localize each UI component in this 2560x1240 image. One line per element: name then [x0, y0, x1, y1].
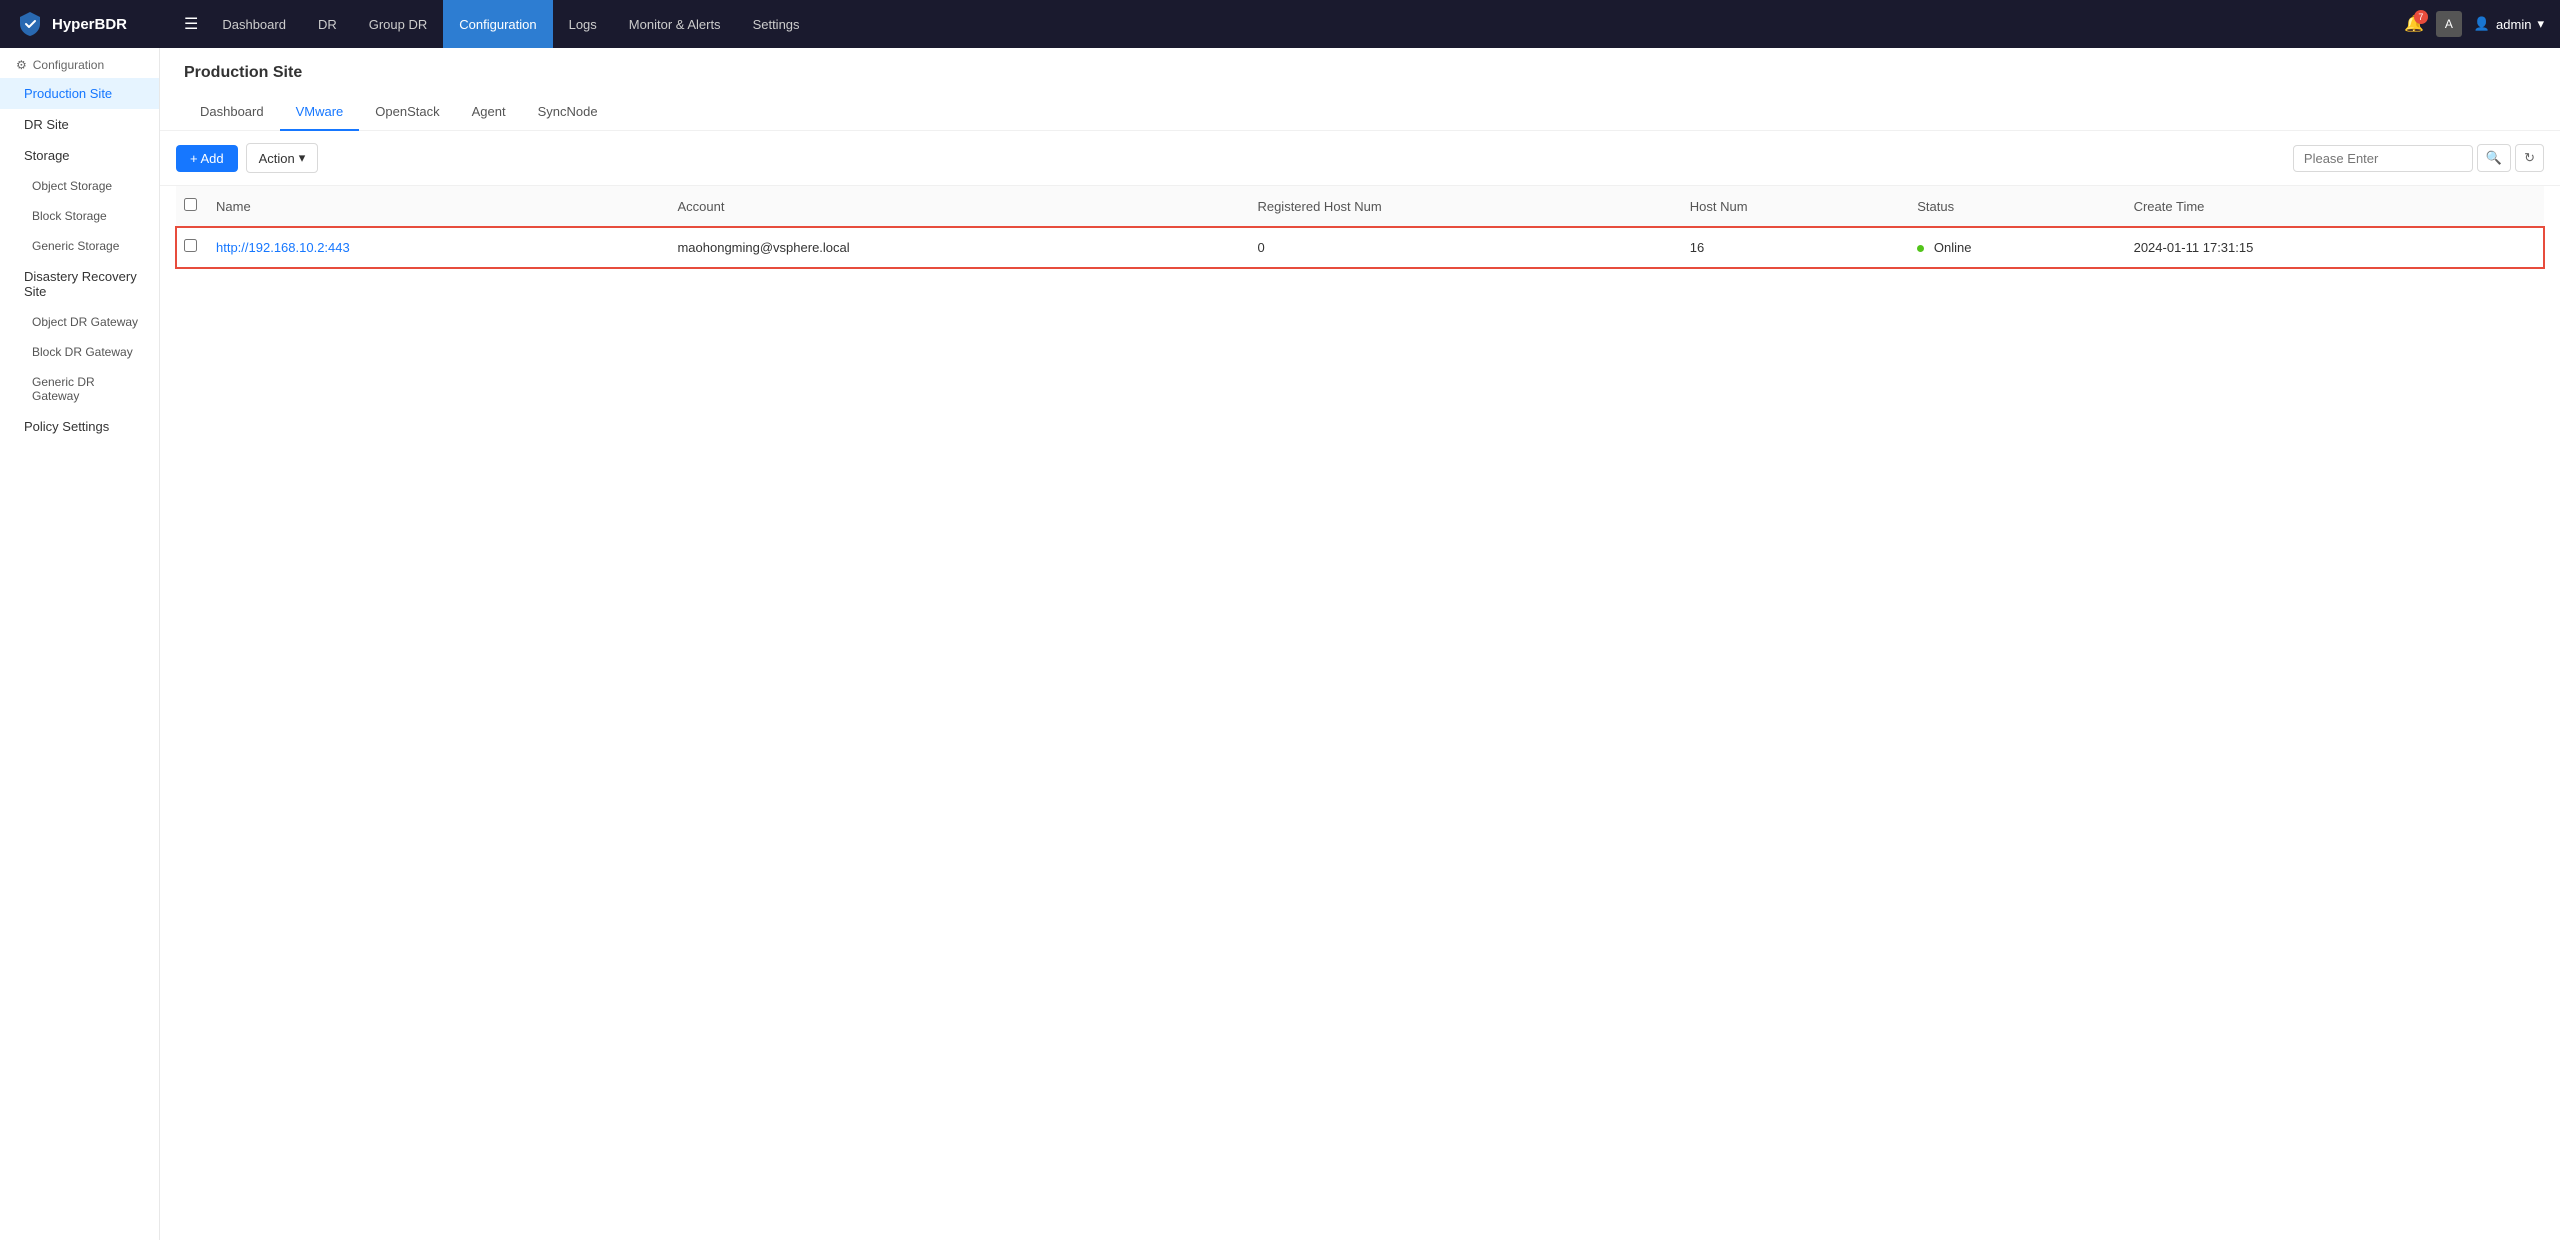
action-label: Action — [259, 151, 295, 166]
brand: HyperBDR — [16, 10, 156, 38]
sidebar: ⚙ Configuration Production Site DR Site … — [0, 48, 160, 1240]
table-row: http://192.168.10.2:443 maohongming@vsph… — [176, 227, 2544, 268]
row-status-cell: Online — [1909, 227, 2125, 268]
tab-syncnode[interactable]: SyncNode — [522, 94, 614, 131]
tab-agent[interactable]: Agent — [456, 94, 522, 131]
sidebar-item-production-site[interactable]: Production Site — [0, 78, 159, 109]
nav-item-settings[interactable]: Settings — [737, 0, 816, 48]
table-container: Name Account Registered Host Num Host Nu… — [160, 186, 2560, 268]
action-button[interactable]: Action ▾ — [246, 143, 319, 173]
sidebar-item-block-dr-gateway[interactable]: Block DR Gateway — [0, 337, 159, 367]
sidebar-item-disaster-recovery-site-group[interactable]: Disastery Recovery Site — [0, 261, 159, 307]
sidebar-item-generic-dr-gateway[interactable]: Generic DR Gateway — [0, 367, 159, 411]
chevron-down-icon: ▾ — [299, 150, 306, 166]
add-button[interactable]: + Add — [176, 145, 238, 172]
nav-item-dr[interactable]: DR — [302, 0, 353, 48]
sidebar-item-object-dr-gateway[interactable]: Object DR Gateway — [0, 307, 159, 337]
select-all-checkbox[interactable] — [184, 198, 197, 211]
header-status: Status — [1909, 186, 2125, 227]
sidebar-item-policy-settings[interactable]: Policy Settings — [0, 411, 159, 442]
refresh-button[interactable]: ↻ — [2515, 144, 2544, 172]
page-title: Production Site — [184, 64, 2536, 82]
user-icon: 👤 — [2474, 16, 2490, 32]
row-name-link[interactable]: http://192.168.10.2:443 — [216, 240, 350, 255]
header-create-time: Create Time — [2126, 186, 2544, 227]
status-dot-icon — [1917, 245, 1924, 252]
nav-item-dashboard[interactable]: Dashboard — [206, 0, 302, 48]
sidebar-item-dr-site[interactable]: DR Site — [0, 109, 159, 140]
help-button[interactable]: A — [2436, 11, 2462, 37]
row-account-cell: maohongming@vsphere.local — [669, 227, 1249, 268]
brand-logo-icon — [16, 10, 44, 38]
row-create-time-cell: 2024-01-11 17:31:15 — [2126, 227, 2544, 268]
config-icon: ⚙ — [16, 58, 27, 72]
app-layout: ⚙ Configuration Production Site DR Site … — [0, 48, 2560, 1240]
notification-button[interactable]: 🔔 7 — [2404, 14, 2424, 34]
help-icon: A — [2436, 11, 2462, 37]
header-registered-host-num: Registered Host Num — [1249, 186, 1681, 227]
sidebar-item-block-storage[interactable]: Block Storage — [0, 201, 159, 231]
header-account: Account — [669, 186, 1249, 227]
sidebar-item-generic-storage[interactable]: Generic Storage — [0, 231, 159, 261]
tab-openstack[interactable]: OpenStack — [359, 94, 455, 131]
table-head: Name Account Registered Host Num Host Nu… — [176, 186, 2544, 227]
page-header: Production Site Dashboard VMware OpenSta… — [160, 48, 2560, 131]
table-body: http://192.168.10.2:443 maohongming@vsph… — [176, 227, 2544, 268]
row-registered-host-num-cell: 0 — [1249, 227, 1681, 268]
notification-badge: 7 — [2414, 10, 2428, 24]
user-menu[interactable]: 👤 admin ▾ — [2474, 16, 2544, 32]
row-name-cell: http://192.168.10.2:443 — [208, 227, 669, 268]
search-input[interactable] — [2293, 145, 2473, 172]
header-checkbox-col — [176, 186, 208, 227]
table-header-row: Name Account Registered Host Num Host Nu… — [176, 186, 2544, 227]
page-container: Production Site Dashboard VMware OpenSta… — [160, 48, 2560, 1240]
row-checkbox[interactable] — [184, 239, 197, 252]
sidebar-section-header: ⚙ Configuration — [0, 48, 159, 78]
nav-right: 🔔 7 A 👤 admin ▾ — [2404, 11, 2544, 37]
username: admin — [2496, 17, 2531, 32]
search-button[interactable]: 🔍 — [2477, 144, 2511, 172]
data-table: Name Account Registered Host Num Host Nu… — [176, 186, 2544, 268]
search-box: 🔍 ↻ — [2293, 144, 2544, 172]
main-content: Production Site Dashboard VMware OpenSta… — [160, 48, 2560, 1240]
row-status-text: Online — [1934, 240, 1972, 255]
header-host-num: Host Num — [1682, 186, 1909, 227]
tab-vmware[interactable]: VMware — [280, 94, 360, 131]
tabs: Dashboard VMware OpenStack Agent SyncNod… — [184, 94, 2536, 130]
toolbar: + Add Action ▾ 🔍 ↻ — [160, 131, 2560, 186]
nav-item-group-dr[interactable]: Group DR — [353, 0, 444, 48]
chevron-down-icon: ▾ — [2537, 16, 2544, 32]
row-host-num-cell: 16 — [1682, 227, 1909, 268]
hamburger-button[interactable]: ☰ — [176, 10, 206, 38]
sidebar-item-storage-group[interactable]: Storage — [0, 140, 159, 171]
header-name: Name — [208, 186, 669, 227]
brand-name: HyperBDR — [52, 16, 127, 33]
sidebar-item-object-storage[interactable]: Object Storage — [0, 171, 159, 201]
nav-item-monitor-alerts[interactable]: Monitor & Alerts — [613, 0, 737, 48]
sidebar-section-label: Configuration — [33, 58, 104, 72]
tab-dashboard[interactable]: Dashboard — [184, 94, 280, 131]
nav-items: Dashboard DR Group DR Configuration Logs… — [206, 0, 2404, 48]
top-nav: HyperBDR ☰ Dashboard DR Group DR Configu… — [0, 0, 2560, 48]
nav-item-logs[interactable]: Logs — [553, 0, 613, 48]
row-checkbox-cell — [176, 227, 208, 268]
nav-item-configuration[interactable]: Configuration — [443, 0, 552, 48]
